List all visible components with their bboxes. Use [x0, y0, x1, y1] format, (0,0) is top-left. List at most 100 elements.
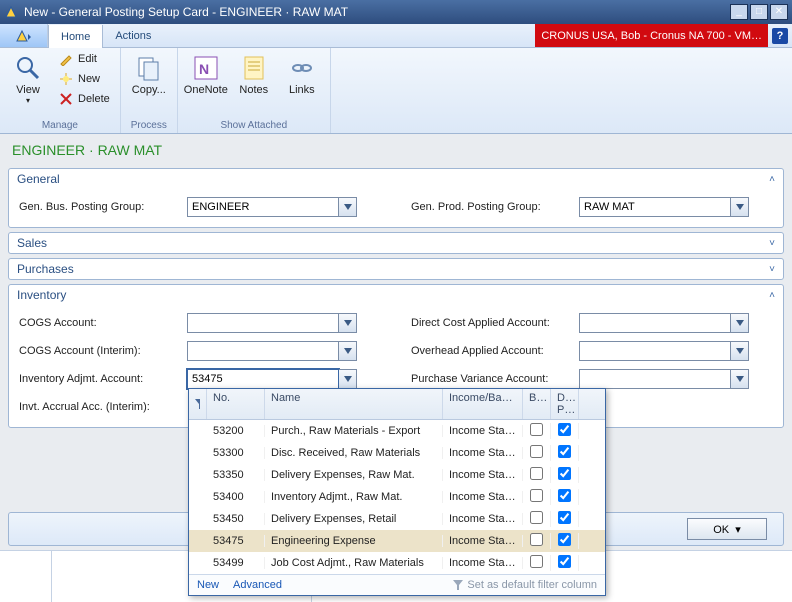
lookup-col-b[interactable]: B… [523, 389, 551, 419]
lookup-new-link[interactable]: New [197, 579, 219, 591]
checkbox-dp[interactable] [558, 467, 571, 480]
checkbox-dp[interactable] [558, 511, 571, 524]
overhead-dropdown-button[interactable] [731, 341, 749, 361]
help-button[interactable]: ? [772, 28, 788, 44]
lookup-body[interactable]: 53200Purch., Raw Materials - ExportIncom… [189, 420, 605, 574]
fasttab-purchases-header[interactable]: Purchases ˅ [9, 259, 783, 279]
checkbox-dp[interactable] [558, 445, 571, 458]
cogs-interim-input[interactable] [187, 341, 339, 361]
checkbox-b[interactable] [530, 511, 543, 524]
lookup-row[interactable]: 53200Purch., Raw Materials - ExportIncom… [189, 420, 605, 442]
direct-cost-input[interactable] [579, 313, 731, 333]
notes-button[interactable]: Notes [232, 50, 276, 98]
ok-button[interactable]: OK ▾ [687, 518, 767, 540]
minimize-button[interactable]: _ [730, 4, 748, 20]
delete-x-icon [58, 91, 74, 107]
overhead-input[interactable] [579, 341, 731, 361]
lookup-advanced-link[interactable]: Advanced [233, 579, 282, 591]
lookup-row[interactable]: 53499Job Cost Adjmt., Raw MaterialsIncom… [189, 552, 605, 574]
lookup-col-income[interactable]: Income/Ba… [443, 389, 523, 419]
svg-text:N: N [199, 61, 209, 77]
copy-icon [133, 52, 165, 84]
ribbon-group-showattached-label: Show Attached [220, 118, 287, 133]
ribbon-group-process-label: Process [131, 118, 167, 133]
checkbox-dp[interactable] [558, 533, 571, 546]
lookup-row[interactable]: 53400Inventory Adjmt., Raw Mat.Income St… [189, 486, 605, 508]
gen-bus-posting-group-label: Gen. Bus. Posting Group: [19, 201, 179, 213]
lookup-header-row: No. Name Income/Ba… B… D… P… [189, 389, 605, 420]
gen-bus-dropdown-button[interactable] [339, 197, 357, 217]
onenote-icon: N [190, 52, 222, 84]
checkbox-b[interactable] [530, 533, 543, 546]
lookup-cell-income: Income Sta… [443, 513, 523, 525]
lookup-cell-income: Income Sta… [443, 557, 523, 569]
inventory-adjmt-input[interactable] [187, 369, 339, 389]
checkbox-b[interactable] [530, 555, 543, 568]
pencil-icon [58, 51, 74, 67]
inventory-adjmt-dropdown-button[interactable] [339, 369, 357, 389]
checkbox-b[interactable] [530, 467, 543, 480]
gen-prod-dropdown-button[interactable] [731, 197, 749, 217]
delete-button[interactable]: Delete [54, 90, 114, 108]
magnifier-icon [12, 52, 44, 84]
fasttab-general-header[interactable]: General ˄ [9, 169, 783, 189]
direct-cost-label: Direct Cost Applied Account: [411, 317, 571, 329]
cogs-dropdown-button[interactable] [339, 313, 357, 333]
checkbox-b[interactable] [530, 423, 543, 436]
fasttab-inventory-header[interactable]: Inventory ˄ [9, 285, 783, 305]
checkbox-dp[interactable] [558, 489, 571, 502]
copy-button[interactable]: Copy... [127, 50, 171, 98]
close-button[interactable]: ✕ [770, 4, 788, 20]
purchase-variance-input[interactable] [579, 369, 731, 389]
lookup-cell-name: Disc. Received, Raw Materials [265, 447, 443, 459]
lookup-col-no[interactable]: No. [207, 389, 265, 419]
notes-icon [238, 52, 270, 84]
lookup-cell-no: 53450 [207, 513, 265, 525]
view-button[interactable]: View ▾ [6, 50, 50, 107]
lookup-col-name[interactable]: Name [265, 389, 443, 419]
cogs-interim-dropdown-button[interactable] [339, 341, 357, 361]
new-button[interactable]: New [54, 70, 114, 88]
lookup-cell-no: 53200 [207, 425, 265, 437]
fasttab-sales-header[interactable]: Sales ˅ [9, 233, 783, 253]
filter-icon[interactable] [189, 389, 207, 419]
chevron-up-icon: ˄ [769, 174, 775, 185]
lookup-cell-no: 53350 [207, 469, 265, 481]
lookup-cell-dp [551, 511, 579, 527]
tab-actions[interactable]: Actions [103, 24, 163, 47]
lookup-cell-name: Engineering Expense [265, 535, 443, 547]
lookup-row[interactable]: 53350Delivery Expenses, Raw Mat.Income S… [189, 464, 605, 486]
lookup-cell-b [523, 445, 551, 461]
sparkle-icon [58, 71, 74, 87]
lookup-cell-b [523, 423, 551, 439]
links-button[interactable]: Links [280, 50, 324, 98]
gen-prod-posting-group-input[interactable] [579, 197, 731, 217]
direct-cost-dropdown-button[interactable] [731, 313, 749, 333]
checkbox-dp[interactable] [558, 555, 571, 568]
tab-home[interactable]: Home [48, 25, 103, 48]
lookup-cell-income: Income Sta… [443, 425, 523, 437]
purchase-variance-dropdown-button[interactable] [731, 369, 749, 389]
lookup-cell-dp [551, 555, 579, 571]
checkbox-dp[interactable] [558, 423, 571, 436]
lookup-col-dp[interactable]: D… P… [551, 389, 579, 419]
fasttab-sales: Sales ˅ [8, 232, 784, 254]
lookup-row[interactable]: 53475Engineering ExpenseIncome Sta… [189, 530, 605, 552]
window-title: New - General Posting Setup Card - ENGIN… [24, 5, 730, 19]
edit-button[interactable]: Edit [54, 50, 114, 68]
checkbox-b[interactable] [530, 445, 543, 458]
gen-bus-posting-group-input[interactable] [187, 197, 339, 217]
checkbox-b[interactable] [530, 489, 543, 502]
lookup-cell-name: Inventory Adjmt., Raw Mat. [265, 491, 443, 503]
onenote-button[interactable]: N OneNote [184, 50, 228, 98]
maximize-button[interactable]: □ [750, 4, 768, 20]
invt-accrual-label: Invt. Accrual Acc. (Interim): [19, 401, 179, 413]
ribbon-group-manage-label: Manage [42, 118, 78, 133]
lookup-row[interactable]: 53300Disc. Received, Raw MaterialsIncome… [189, 442, 605, 464]
cogs-account-input[interactable] [187, 313, 339, 333]
lookup-row[interactable]: 53450Delivery Expenses, RetailIncome Sta… [189, 508, 605, 530]
fasttab-general: General ˄ Gen. Bus. Posting Group: Gen. … [8, 168, 784, 228]
chevron-down-icon: ˅ [769, 264, 775, 275]
lookup-cell-b [523, 555, 551, 571]
application-menu-button[interactable] [0, 24, 48, 47]
